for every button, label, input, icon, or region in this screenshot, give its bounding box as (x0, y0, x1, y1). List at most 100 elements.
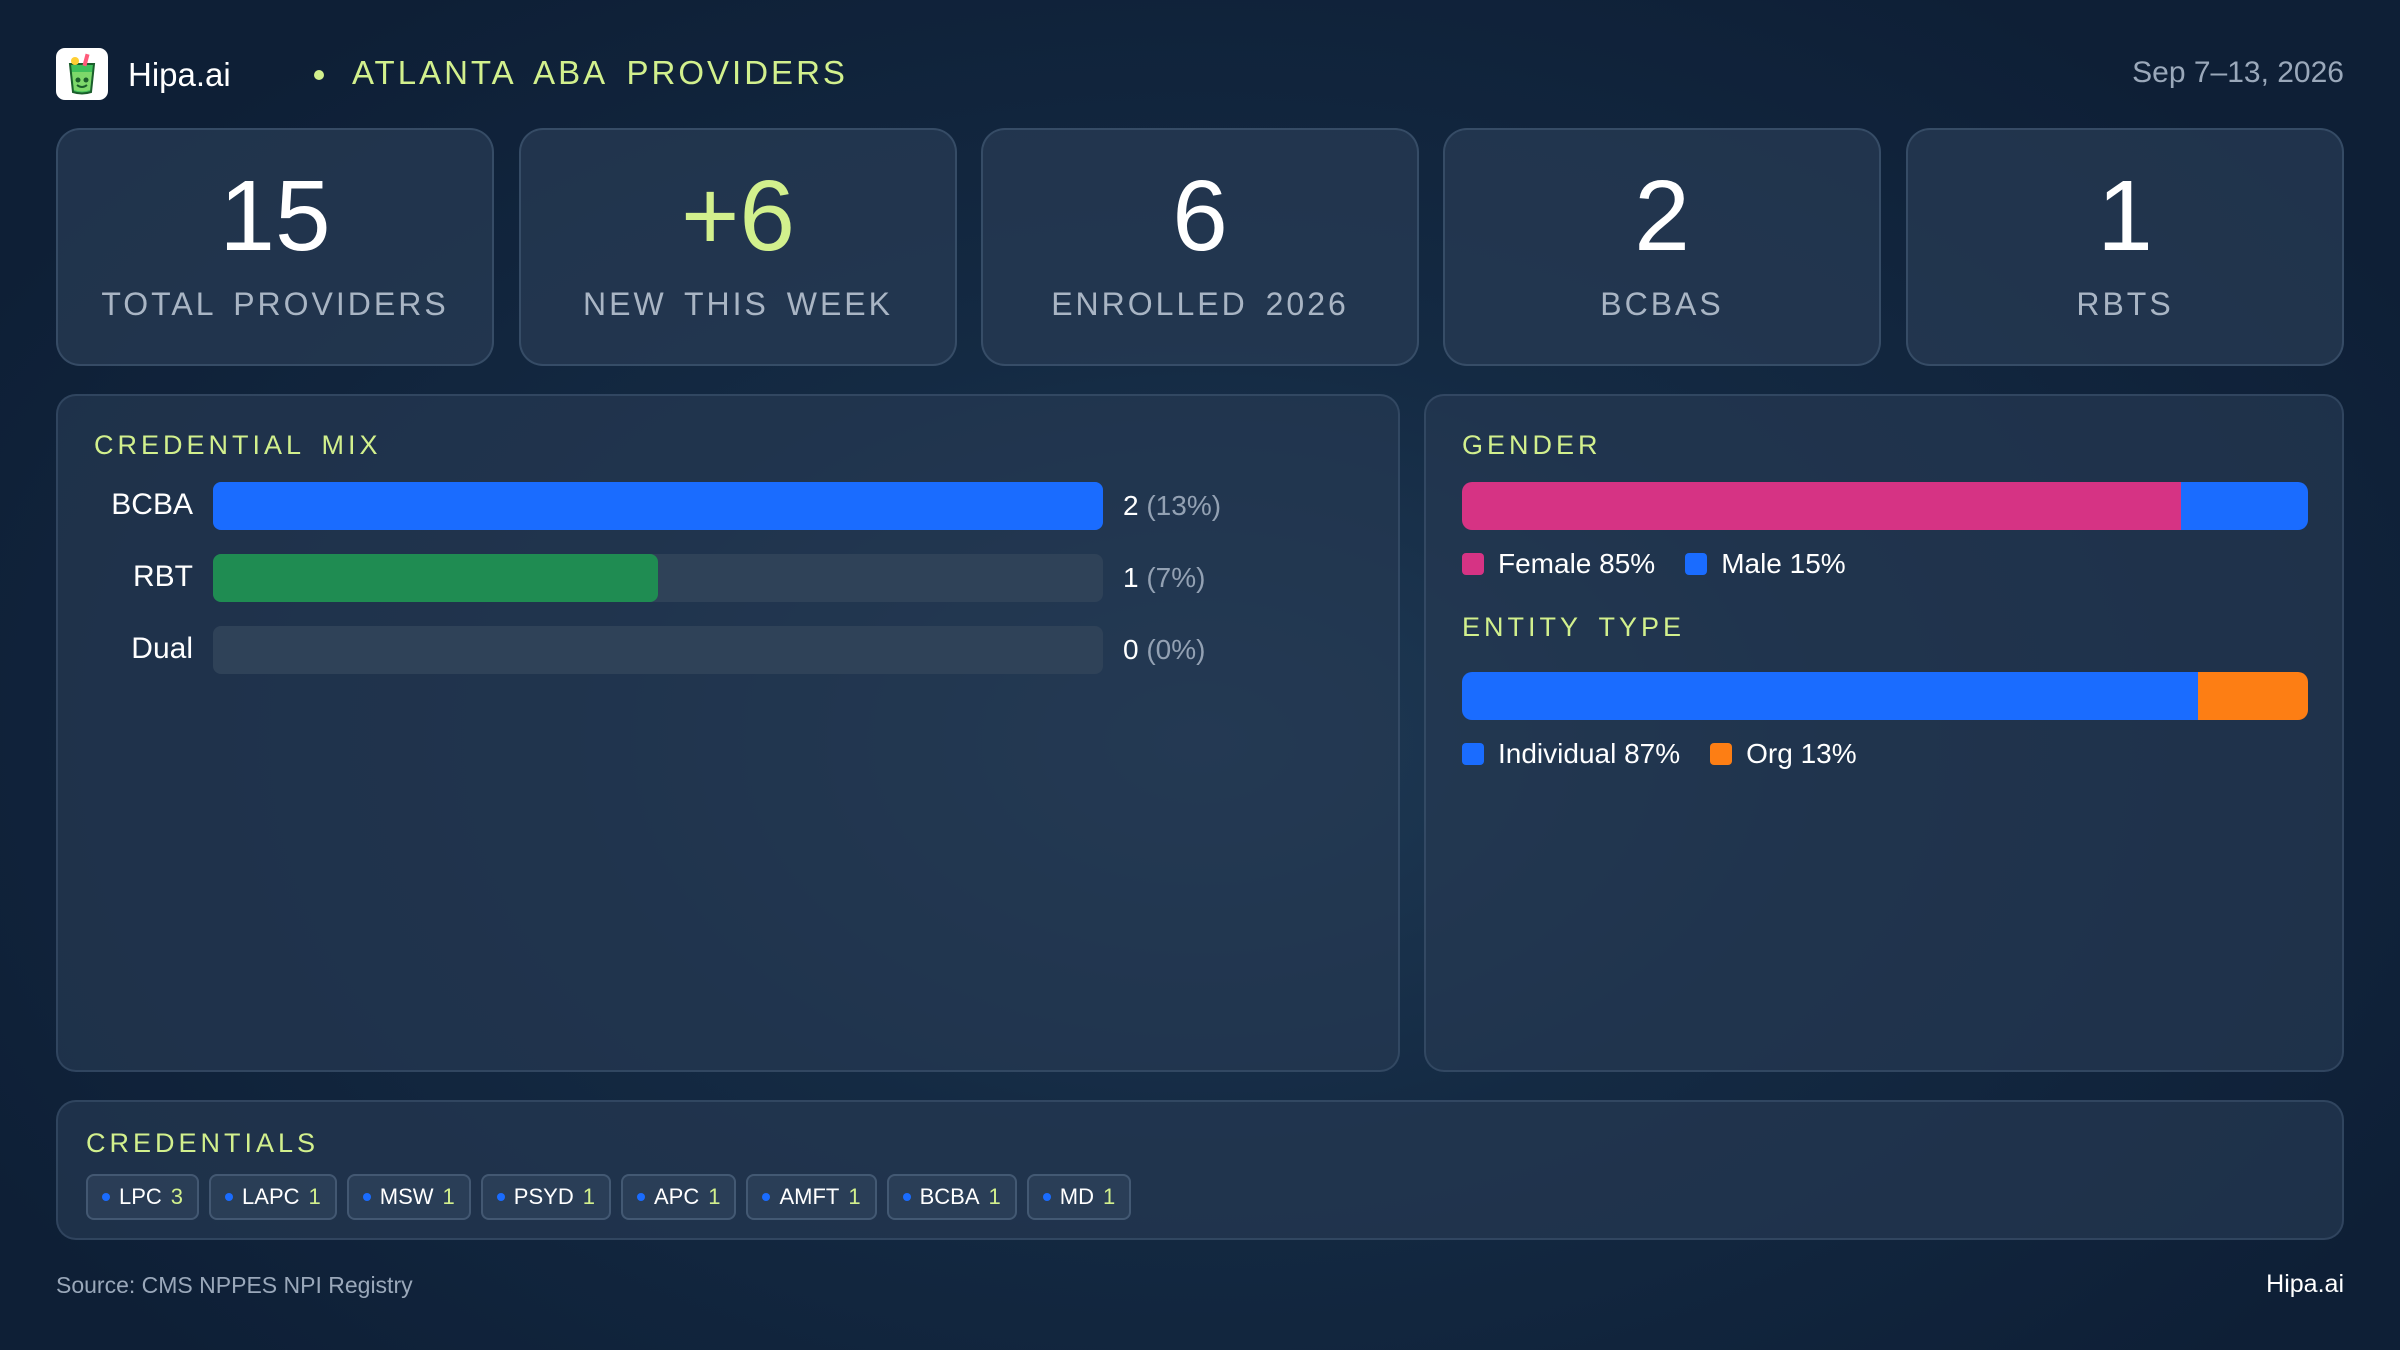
bar-value-label: 0 (0%) (1123, 634, 1205, 666)
bar-track (213, 482, 1103, 530)
stat-value: 15 (219, 160, 331, 272)
chip-name: MD (1059, 1184, 1094, 1209)
stat-value: 2 (1634, 160, 1690, 272)
entity-legend-item: Org 13% (1710, 738, 1857, 770)
chip-count: 1 (1103, 1184, 1116, 1209)
bar-value-percent: (13%) (1146, 490, 1222, 521)
credential-mix-title: CREDENTIAL MIX (94, 430, 382, 460)
header: Hipa.ai ATLANTA ABA PROVIDERS Sep 7–13, … (56, 48, 2344, 100)
stat-card-new-this-week: +6 NEW THIS WEEK (519, 128, 957, 366)
chip-count: 3 (170, 1184, 184, 1209)
chip-count: 1 (848, 1184, 861, 1209)
source-note: Source: CMS NPPES NPI Registry (56, 1272, 413, 1298)
gender-legend-item: Female 85% (1462, 548, 1655, 580)
entity-type-legend: Individual 87% Org 13% (1462, 738, 1887, 770)
stat-label: BCBAS (1600, 286, 1724, 322)
gender-title: GENDER (1462, 430, 1602, 460)
credential-chip-psyd: PSYD 1 (480, 1174, 611, 1220)
entity-legend-swatch (1462, 743, 1484, 765)
gender-legend: Female 85% Male 15% (1462, 548, 1876, 580)
entity-segment-0 (1462, 672, 2199, 720)
credential-chip-bcba: BCBA 1 (886, 1174, 1017, 1220)
chip-dot-icon (902, 1193, 911, 1201)
entity-legend-swatch (1710, 743, 1733, 765)
stat-label: TOTAL PROVIDERS (101, 286, 449, 322)
credential-mix-panel: CREDENTIAL MIX BCBA 2 (13%) RBT 1 (7%) Dual 0… (56, 394, 1400, 1072)
chip-count: 1 (442, 1184, 455, 1209)
chip-dot-icon (225, 1193, 234, 1201)
stat-label: NEW THIS WEEK (583, 286, 893, 322)
chip-name: AMFT (779, 1184, 840, 1209)
stat-card-rbts: 1 RBTS (1906, 128, 2344, 366)
stat-card-bcbas: 2 BCBAS (1443, 128, 1881, 366)
credential-chip-md: MD 1 (1026, 1174, 1132, 1220)
bar-value-label: 2 (13%) (1123, 490, 1221, 522)
entity-legend-item: Individual 87% (1462, 738, 1680, 770)
gender-legend-swatch (1462, 553, 1484, 575)
chip-name: MSW (379, 1184, 434, 1209)
gender-segment-0 (1462, 482, 2182, 530)
chip-dot-icon (362, 1193, 371, 1201)
chip-dot-icon (762, 1193, 771, 1201)
chip-name: APC (653, 1184, 700, 1209)
entity-segment-1 (2198, 672, 2308, 720)
credentials-panel: CREDENTIALS LPC 3 LAPC 1 MSW 1 PSYD 1 APC 1 AMFT 1 B… (56, 1100, 2344, 1240)
separator-dot (314, 70, 324, 80)
stat-value: +6 (680, 160, 795, 272)
entity-type-title: ENTITY TYPE (1462, 612, 1686, 642)
chip-dot-icon (1042, 1193, 1051, 1201)
bar-category-label: BCBA (111, 488, 193, 521)
gender-segment-1 (2181, 482, 2308, 530)
entity-type-stacked-bar (1462, 672, 2308, 720)
entity-legend-label: Individual 87% (1498, 738, 1681, 769)
credential-chip-amft: AMFT 1 (746, 1174, 877, 1220)
credential-chip-apc: APC 1 (620, 1174, 737, 1220)
stat-value: 1 (2097, 160, 2153, 272)
gender-legend-item: Male 15% (1685, 548, 1846, 580)
bar-category-label: RBT (133, 560, 193, 593)
footer-brand: Hipa.ai (2266, 1270, 2344, 1298)
credential-chip-lapc: LAPC 1 (209, 1174, 337, 1220)
chip-count: 1 (708, 1184, 721, 1209)
bar-rbt (213, 554, 658, 602)
credentials-title: CREDENTIALS (86, 1128, 320, 1158)
chip-dot-icon (496, 1193, 505, 1201)
brand-name: Hipa.ai (128, 56, 231, 93)
chip-count: 1 (308, 1184, 321, 1209)
bar-track (213, 554, 1103, 602)
credential-chip-msw: MSW 1 (346, 1174, 471, 1220)
date-range: Sep 7–13, 2026 (2132, 56, 2344, 89)
chip-name: BCBA (919, 1184, 980, 1209)
gender-legend-swatch (1685, 553, 1708, 575)
stat-value: 6 (1172, 160, 1228, 272)
bar-category-label: Dual (131, 632, 193, 665)
entity-legend-label: Org 13% (1746, 738, 1857, 769)
bar-value-number: 0 (1123, 634, 1147, 665)
credential-chip-lpc: LPC 3 (86, 1174, 200, 1220)
stat-label: ENROLLED 2026 (1051, 286, 1349, 322)
chip-name: LPC (119, 1184, 162, 1209)
gender-legend-label: Female 85% (1498, 548, 1656, 579)
bar-value-label: 1 (7%) (1123, 562, 1205, 594)
chip-name: LAPC (242, 1184, 300, 1209)
stat-card-enrolled-2026: 6 ENROLLED 2026 (981, 128, 1419, 366)
chip-dot-icon (636, 1193, 645, 1201)
bar-track (213, 626, 1103, 674)
bar-value-percent: (7%) (1146, 562, 1206, 593)
chip-count: 1 (988, 1184, 1001, 1209)
gender-legend-label: Male 15% (1721, 548, 1846, 579)
chip-name: PSYD (513, 1184, 574, 1209)
gender-stacked-bar (1462, 482, 2308, 530)
logo-icon (56, 48, 108, 100)
chip-dot-icon (102, 1193, 110, 1201)
stat-card-total-providers: 15 TOTAL PROVIDERS (56, 128, 494, 366)
bar-value-percent: (0%) (1146, 634, 1206, 665)
bar-value-number: 1 (1123, 562, 1147, 593)
credential-chips: LPC 3 LAPC 1 MSW 1 PSYD 1 APC 1 AMFT 1 BCBA 1 MD 1 (86, 1174, 1141, 1220)
bar-value-number: 2 (1123, 490, 1147, 521)
region-title: ATLANTA ABA PROVIDERS (352, 54, 848, 91)
bar-bcba (213, 482, 1103, 530)
demographics-panel: GENDER Female 85% Male 15% ENTITY TYPE In… (1424, 394, 2344, 1072)
chip-count: 1 (582, 1184, 595, 1209)
stat-label: RBTS (2076, 286, 2174, 322)
